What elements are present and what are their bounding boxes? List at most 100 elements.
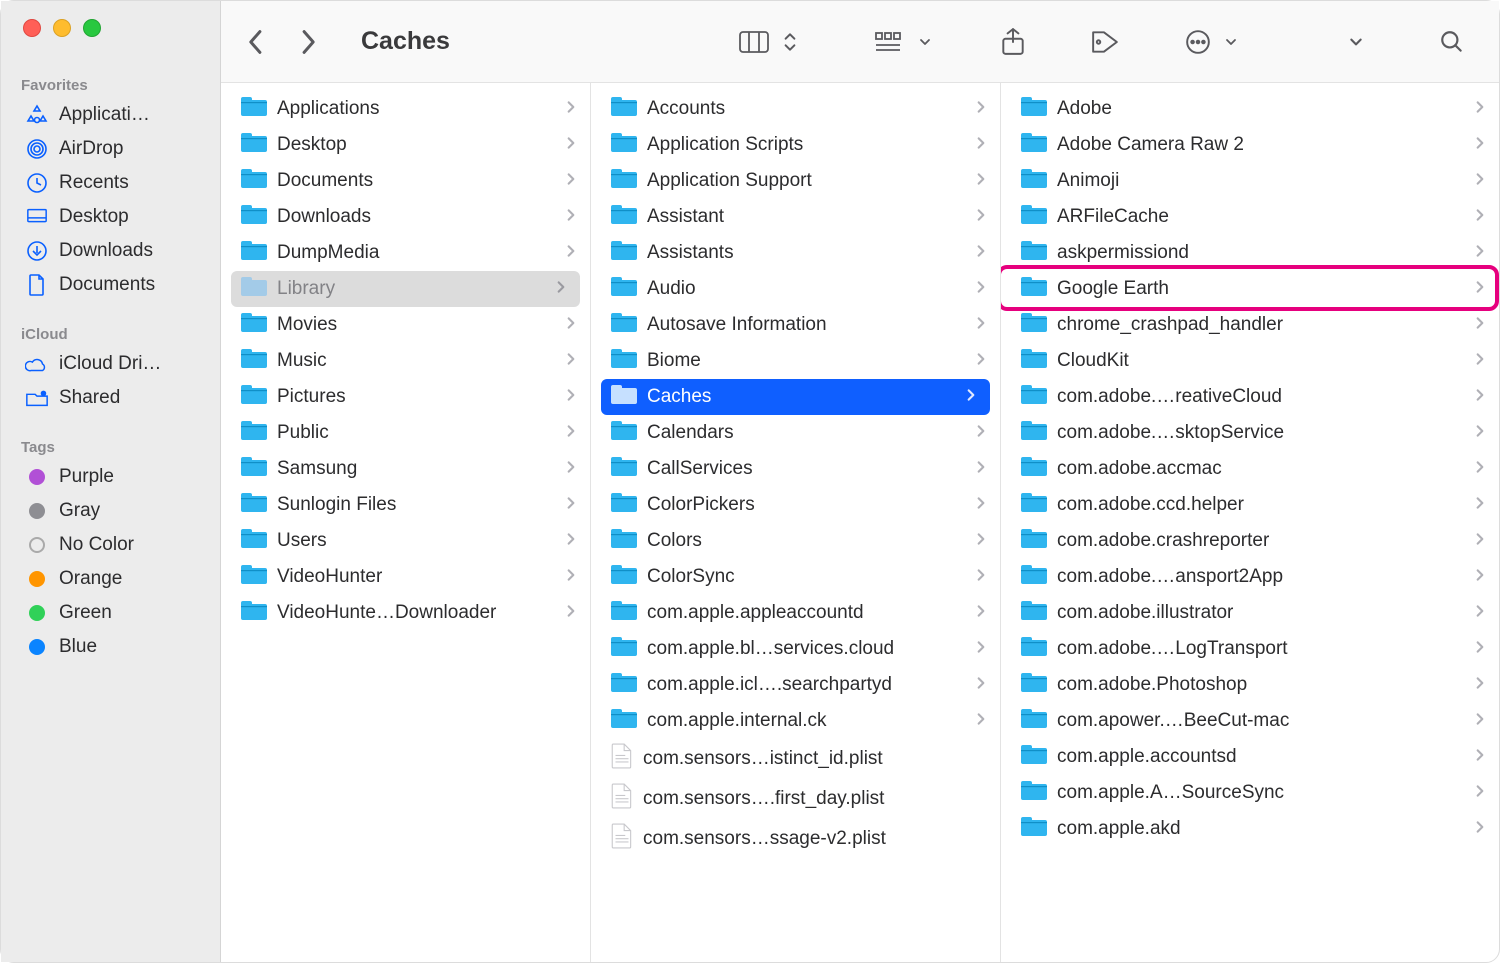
folder-row[interactable]: ARFileCache (1001, 199, 1499, 235)
folder-row[interactable]: CallServices (591, 451, 1000, 487)
folder-row[interactable]: Downloads (221, 199, 590, 235)
folder-row[interactable]: Assistants (591, 235, 1000, 271)
sidebar-item[interactable]: Purple (1, 460, 220, 494)
file-row[interactable]: com.sensors…istinct_id.plist (591, 739, 1000, 779)
folder-row[interactable]: Calendars (591, 415, 1000, 451)
folder-row[interactable]: Biome (591, 343, 1000, 379)
folder-row[interactable]: askpermissiond (1001, 235, 1499, 271)
folder-row[interactable]: com.adobe.…reativeCloud (1001, 379, 1499, 415)
folder-row[interactable]: com.adobe.crashreporter (1001, 523, 1499, 559)
chevron-right-icon (1475, 674, 1485, 696)
sidebar-item[interactable]: Documents (1, 268, 220, 302)
folder-row[interactable]: Public (221, 415, 590, 451)
column-1[interactable]: AccountsApplication ScriptsApplication S… (591, 83, 1001, 962)
folder-row[interactable]: VideoHunter (221, 559, 590, 595)
item-name: com.sensors…ssage-v2.plist (643, 828, 986, 850)
sidebar-item-label: Shared (59, 387, 120, 409)
folder-row[interactable]: Movies (221, 307, 590, 343)
folder-row[interactable]: com.apple.A…SourceSync (1001, 775, 1499, 811)
sidebar-item[interactable]: Recents (1, 166, 220, 200)
folder-row[interactable]: com.adobe.…LogTransport (1001, 631, 1499, 667)
folder-row[interactable]: Applications (221, 91, 590, 127)
folder-row[interactable]: com.apple.icl….searchpartyd (591, 667, 1000, 703)
folder-row[interactable]: com.adobe.Photoshop (1001, 667, 1499, 703)
file-row[interactable]: com.sensors…ssage-v2.plist (591, 819, 1000, 859)
chevron-right-icon (566, 206, 576, 228)
sidebar-item[interactable]: Blue (1, 630, 220, 664)
sidebar-item[interactable]: Gray (1, 494, 220, 528)
group-view-chevron[interactable] (913, 32, 937, 52)
forward-button[interactable] (293, 25, 323, 59)
folder-row[interactable]: Pictures (221, 379, 590, 415)
share-button[interactable] (995, 24, 1031, 60)
minimize-window-button[interactable] (53, 19, 71, 37)
folder-row[interactable]: Adobe (1001, 91, 1499, 127)
action-menu-chevron[interactable] (1219, 32, 1243, 52)
folder-row[interactable]: Users (221, 523, 590, 559)
folder-row[interactable]: Adobe Camera Raw 2 (1001, 127, 1499, 163)
file-row[interactable]: com.sensors….first_day.plist (591, 779, 1000, 819)
folder-row[interactable]: com.apple.akd (1001, 811, 1499, 847)
folder-row[interactable]: com.apple.appleaccountd (591, 595, 1000, 631)
item-name: com.sensors…istinct_id.plist (643, 748, 986, 770)
folder-row[interactable]: Animoji (1001, 163, 1499, 199)
folder-row[interactable]: com.adobe.ccd.helper (1001, 487, 1499, 523)
sidebar-item[interactable]: Shared (1, 381, 220, 415)
close-window-button[interactable] (23, 19, 41, 37)
folder-row[interactable]: Samsung (221, 451, 590, 487)
folder-row[interactable]: Sunlogin Files (221, 487, 590, 523)
folder-row[interactable]: Application Support (591, 163, 1000, 199)
folder-icon (241, 599, 267, 627)
sidebar-item[interactable]: Downloads (1, 234, 220, 268)
folder-row[interactable]: DumpMedia (221, 235, 590, 271)
group-view-button[interactable] (869, 27, 911, 57)
folder-row[interactable]: com.apple.accountsd (1001, 739, 1499, 775)
folder-row[interactable]: com.adobe.…ansport2App (1001, 559, 1499, 595)
folder-row[interactable]: VideoHunte…Downloader (221, 595, 590, 631)
folder-row[interactable]: com.apower.…BeeCut-mac (1001, 703, 1499, 739)
view-picker-button[interactable] (777, 27, 803, 57)
airdrop-icon (25, 138, 49, 160)
sidebar-item[interactable]: No Color (1, 528, 220, 562)
folder-row[interactable]: com.apple.bl…services.cloud (591, 631, 1000, 667)
sidebar-item[interactable]: Orange (1, 562, 220, 596)
search-button[interactable] (1433, 25, 1471, 59)
columns-view-button[interactable] (733, 27, 775, 57)
folder-row[interactable]: Music (221, 343, 590, 379)
folder-row[interactable]: Autosave Information (591, 307, 1000, 343)
sidebar-item[interactable]: Applicati… (1, 98, 220, 132)
folder-row[interactable]: chrome_crashpad_handler (1001, 307, 1499, 343)
folder-row[interactable]: Library (231, 271, 580, 307)
column-0[interactable]: ApplicationsDesktopDocumentsDownloadsDum… (221, 83, 591, 962)
dropdown-chevron[interactable] (1343, 32, 1369, 52)
folder-row[interactable]: com.apple.internal.ck (591, 703, 1000, 739)
folder-row[interactable]: Colors (591, 523, 1000, 559)
sidebar-item[interactable]: iCloud Dri… (1, 347, 220, 381)
folder-row[interactable]: ColorPickers (591, 487, 1000, 523)
maximize-window-button[interactable] (83, 19, 101, 37)
column-2[interactable]: AdobeAdobe Camera Raw 2AnimojiARFileCach… (1001, 83, 1499, 962)
folder-row[interactable]: Caches (601, 379, 990, 415)
item-name: Autosave Information (647, 314, 966, 336)
sidebar-item[interactable]: Desktop (1, 200, 220, 234)
folder-row[interactable]: Application Scripts (591, 127, 1000, 163)
folder-row[interactable]: Audio (591, 271, 1000, 307)
folder-row[interactable]: CloudKit (1001, 343, 1499, 379)
sidebar-item[interactable]: Green (1, 596, 220, 630)
back-button[interactable] (241, 25, 271, 59)
folder-row[interactable]: Google Earth (1001, 271, 1499, 307)
chevron-right-icon (1475, 710, 1485, 732)
tag-button[interactable] (1085, 26, 1125, 58)
folder-row[interactable]: ColorSync (591, 559, 1000, 595)
action-menu-button[interactable] (1179, 25, 1217, 59)
folder-row[interactable]: Documents (221, 163, 590, 199)
folder-row[interactable]: com.adobe.…sktopService (1001, 415, 1499, 451)
item-name: ColorSync (647, 566, 966, 588)
folder-row[interactable]: Assistant (591, 199, 1000, 235)
chevron-right-icon (566, 350, 576, 372)
folder-row[interactable]: com.adobe.accmac (1001, 451, 1499, 487)
folder-row[interactable]: com.adobe.illustrator (1001, 595, 1499, 631)
sidebar-item[interactable]: AirDrop (1, 132, 220, 166)
folder-row[interactable]: Accounts (591, 91, 1000, 127)
folder-row[interactable]: Desktop (221, 127, 590, 163)
